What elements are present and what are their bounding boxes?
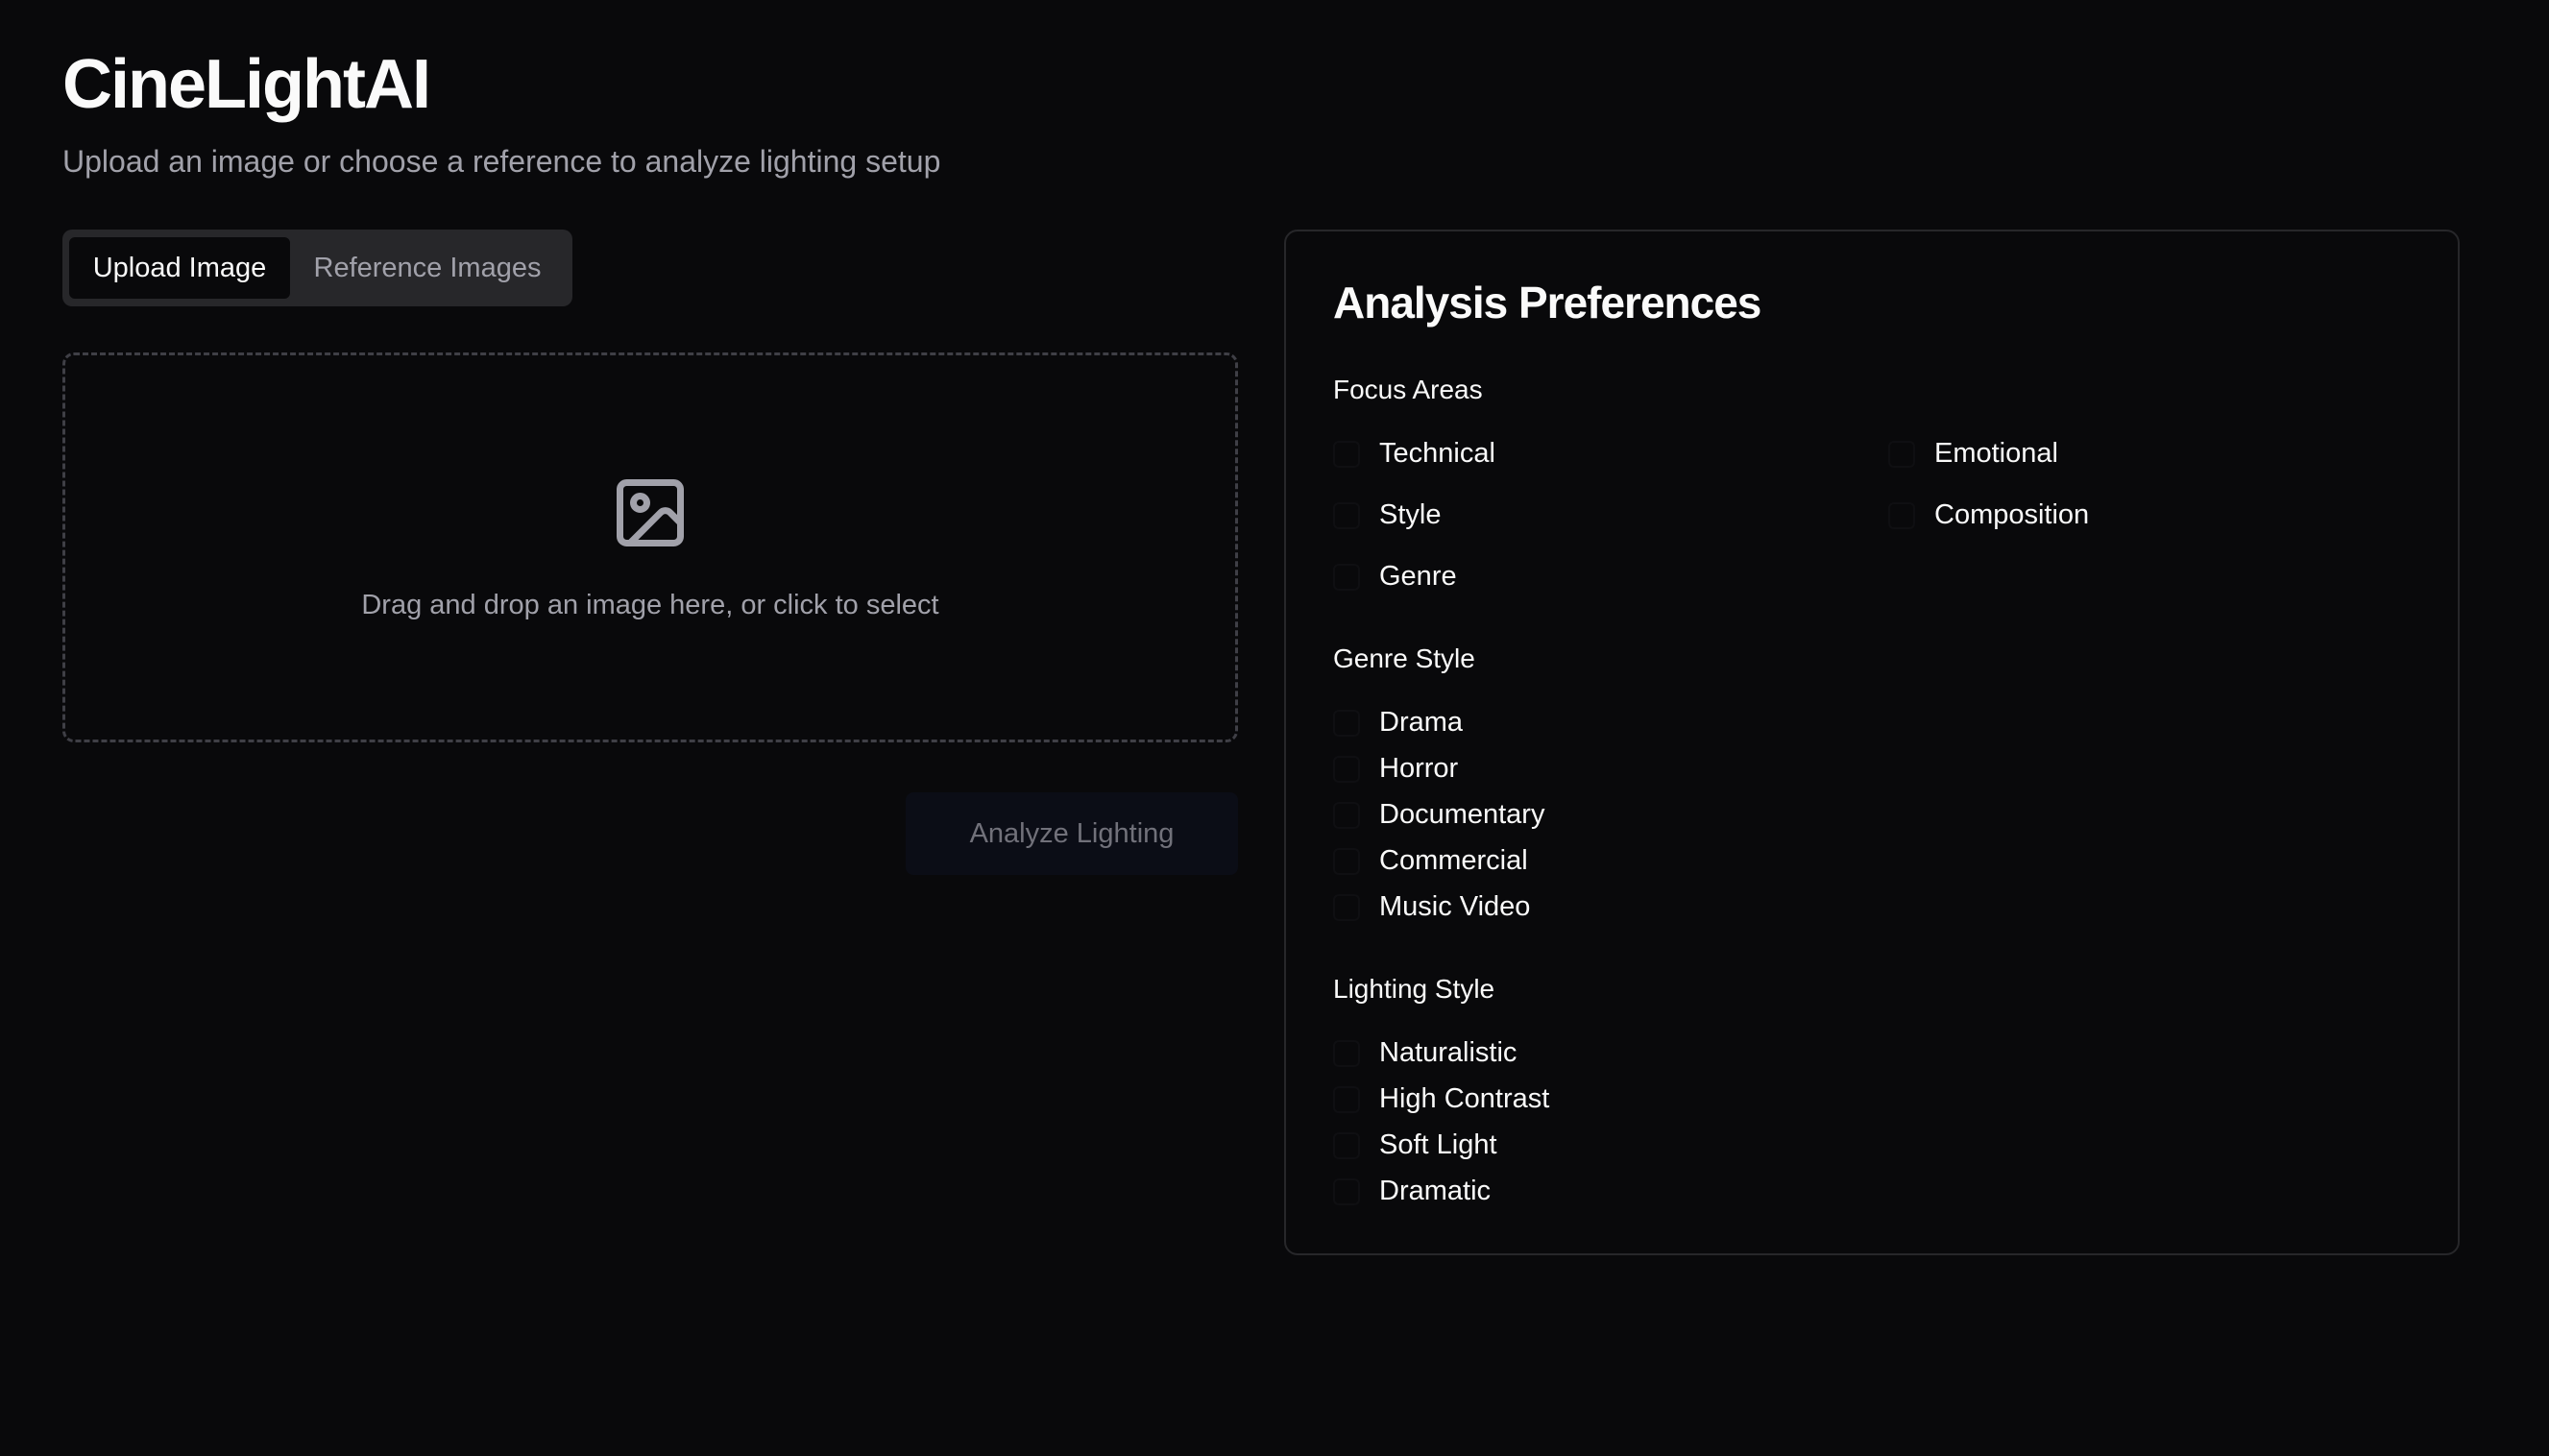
analysis-preferences-card: Analysis Preferences Focus Areas Technic… xyxy=(1284,230,2460,1255)
option-label: Drama xyxy=(1379,707,1464,738)
image-dropzone[interactable]: Drag and drop an image here, or click to… xyxy=(62,352,1238,742)
option-label: Dramatic xyxy=(1379,1176,1492,1206)
app-title: CineLightAI xyxy=(62,46,431,123)
app-subtitle: Upload an image or choose a reference to… xyxy=(62,144,941,179)
image-icon xyxy=(617,479,684,546)
lighting-naturalistic-option[interactable]: Naturalistic xyxy=(1333,1037,1517,1069)
genre-music-video-option[interactable]: Music Video xyxy=(1333,891,1530,923)
lighting-style-label: Lighting Style xyxy=(1333,974,1495,1004)
radio[interactable] xyxy=(1333,1039,1360,1067)
option-label: Commercial xyxy=(1379,845,1528,876)
image-source-tabs: Upload Image Reference Images xyxy=(62,230,572,306)
lighting-dramatic-option[interactable]: Dramatic xyxy=(1333,1176,1491,1207)
checkbox[interactable] xyxy=(1333,440,1360,468)
focus-technical-option[interactable]: Technical xyxy=(1333,438,1495,470)
analyze-lighting-button[interactable]: Analyze Lighting xyxy=(906,792,1238,875)
radio[interactable] xyxy=(1333,755,1360,783)
option-label: Emotional xyxy=(1934,438,2058,469)
tab-upload-image[interactable]: Upload Image xyxy=(69,237,290,299)
dropzone-instructions: Drag and drop an image here, or click to… xyxy=(361,590,939,620)
focus-emotional-option[interactable]: Emotional xyxy=(1888,438,2058,470)
genre-commercial-option[interactable]: Commercial xyxy=(1333,845,1528,877)
checkbox[interactable] xyxy=(1888,440,1915,468)
radio[interactable] xyxy=(1333,893,1360,921)
genre-drama-option[interactable]: Drama xyxy=(1333,707,1463,739)
preferences-title: Analysis Preferences xyxy=(1333,278,1761,328)
checkbox[interactable] xyxy=(1888,501,1915,529)
option-label: Music Video xyxy=(1379,891,1531,922)
option-label: Style xyxy=(1379,499,1442,530)
radio[interactable] xyxy=(1333,1177,1360,1205)
option-label: Genre xyxy=(1379,561,1457,592)
radio[interactable] xyxy=(1333,1085,1360,1113)
radio[interactable] xyxy=(1333,847,1360,875)
genre-documentary-option[interactable]: Documentary xyxy=(1333,799,1544,831)
focus-style-option[interactable]: Style xyxy=(1333,499,1441,531)
radio[interactable] xyxy=(1333,801,1360,829)
radio[interactable] xyxy=(1333,1131,1360,1159)
option-label: Documentary xyxy=(1379,799,1545,830)
focus-genre-option[interactable]: Genre xyxy=(1333,561,1457,593)
checkbox[interactable] xyxy=(1333,563,1360,591)
genre-style-label: Genre Style xyxy=(1333,643,1475,673)
checkbox[interactable] xyxy=(1333,501,1360,529)
option-label: Technical xyxy=(1379,438,1495,469)
tab-reference-images[interactable]: Reference Images xyxy=(290,237,565,299)
lighting-soft-light-option[interactable]: Soft Light xyxy=(1333,1129,1497,1161)
upload-panel: Upload Image Reference Images Drag and d… xyxy=(62,230,1238,875)
genre-horror-option[interactable]: Horror xyxy=(1333,753,1458,785)
option-label: Naturalistic xyxy=(1379,1037,1517,1068)
option-label: Soft Light xyxy=(1379,1129,1497,1160)
page: CineLightAI Upload an image or choose a … xyxy=(0,0,2549,1456)
focus-areas-label: Focus Areas xyxy=(1333,375,1483,404)
lighting-high-contrast-option[interactable]: High Contrast xyxy=(1333,1083,1549,1115)
focus-composition-option[interactable]: Composition xyxy=(1888,499,2089,531)
option-label: Horror xyxy=(1379,753,1459,784)
option-label: High Contrast xyxy=(1379,1083,1550,1114)
radio[interactable] xyxy=(1333,709,1360,737)
option-label: Composition xyxy=(1934,499,2090,530)
